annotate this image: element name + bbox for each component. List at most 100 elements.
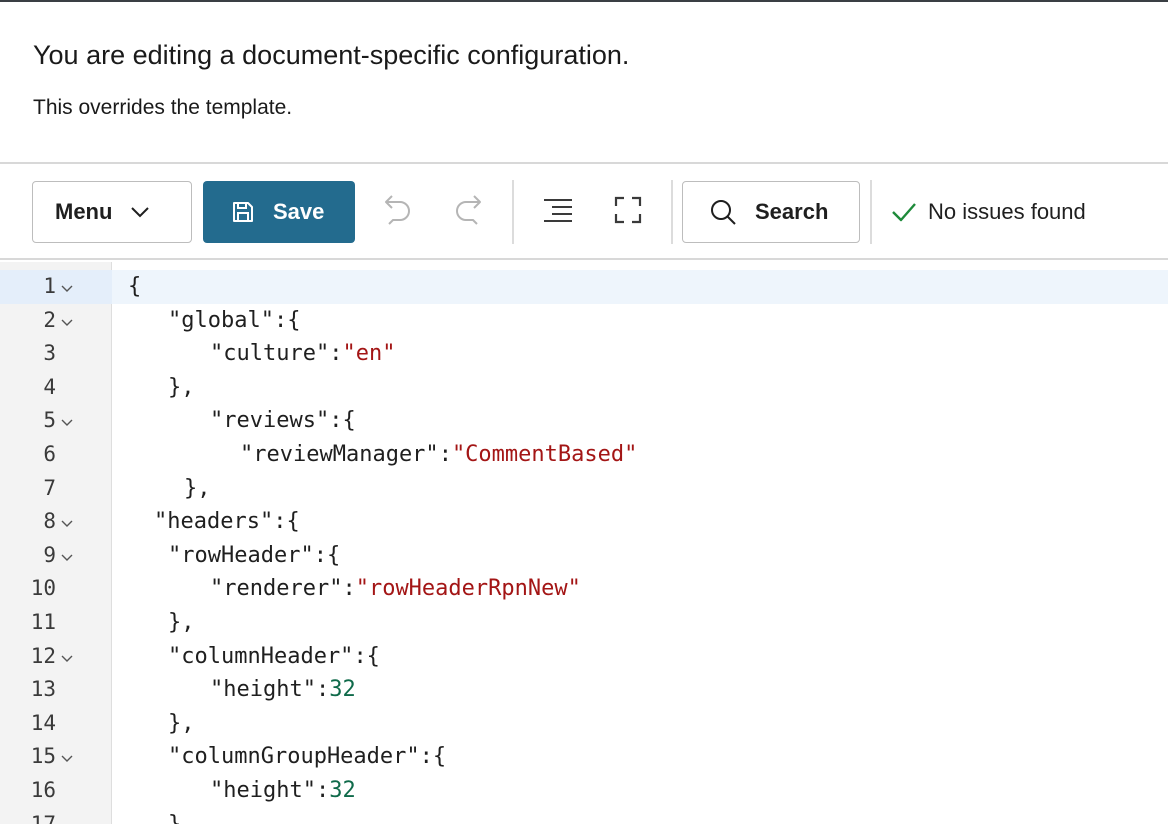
active-line-highlight [112,270,1168,304]
notice-subtitle: This overrides the template. [33,96,293,119]
fold-chevron-icon[interactable] [60,652,74,666]
code-line[interactable]: 14}, [0,707,1168,741]
fold-chevron-icon[interactable] [60,752,74,766]
code-token: }, [184,475,211,501]
line-number: 4 [43,374,56,399]
code-token: "reviewManager" [240,442,439,467]
code-token: }, [168,374,195,400]
line-number: 6 [43,442,56,466]
line-number: 5 [43,408,56,433]
fold-chevron-icon[interactable] [60,316,74,330]
floppy-disk-icon [231,200,255,224]
validation-status: No issues found [890,181,1086,243]
code-text: "height":32 [210,774,356,808]
line-number: 7 [43,475,56,500]
code-token: :{ [419,744,447,770]
code-text: }, [168,707,195,741]
code-token: "global" [168,307,274,333]
save-button[interactable]: Save [203,181,355,243]
line-number: 13 [30,677,56,702]
toolbar-separator [671,180,673,244]
fullscreen-button[interactable] [604,188,652,236]
line-number: 8 [43,509,56,534]
code-token: : [329,341,343,367]
code-line[interactable]: 17}, [0,808,1168,824]
code-token: 32 [329,677,356,703]
fold-chevron-icon[interactable] [60,517,74,531]
code-line[interactable]: 13 "height":32 [0,673,1168,707]
top-rule [0,0,1168,2]
code-token: :{ [313,542,341,568]
menu-button[interactable]: Menu [32,181,192,243]
search-button[interactable]: Search [682,181,860,243]
code-line[interactable]: 7}, [0,472,1168,506]
code-text: }, [168,371,195,405]
validation-status-text: No issues found [928,199,1086,224]
code-line[interactable]: 1{ [0,270,1168,304]
line-number: 17 [30,811,56,824]
code-token: : [315,677,330,703]
code-token: "columnGroupHeader" [168,744,420,770]
code-token: }, [168,610,195,635]
code-line[interactable]: 11}, [0,606,1168,640]
undo-button[interactable] [374,188,422,236]
code-token: :{ [329,408,356,434]
code-text: "rowHeader":{ [168,539,340,573]
line-number: 10 [30,576,56,601]
code-text: "columnGroupHeader":{ [168,740,446,774]
code-line[interactable]: 15 "columnGroupHeader":{ [0,740,1168,774]
code-text: { [128,270,141,304]
code-text: "global":{ [168,304,300,338]
fold-chevron-icon[interactable] [60,416,74,430]
code-text: }, [168,606,195,640]
code-text: "height":32 [210,673,356,707]
code-token: }, [168,812,195,824]
code-line[interactable]: 8 "headers":{ [0,505,1168,539]
code-token: "headers" [154,509,274,535]
code-token: "CommentBased" [451,442,638,467]
redo-icon [453,192,483,233]
code-line[interactable]: 16 "height":32 [0,774,1168,808]
code-text: }, [168,808,195,824]
checkmark-icon [890,200,918,224]
code-token: : [342,576,356,602]
code-token: :{ [273,307,301,333]
code-line[interactable]: 2 "global":{ [0,304,1168,338]
redo-button[interactable] [444,188,492,236]
code-text: "reviewManager":"CommentBased" [240,438,637,472]
code-line[interactable]: 4}, [0,371,1168,405]
line-number: 15 [30,744,56,769]
json-code-editor[interactable]: 1{2 "global":{3 "culture":"en" 4}, 5 "reviews… [0,262,1168,824]
code-token: 32 [329,778,356,803]
code-line[interactable]: 5 "reviews":{ [0,404,1168,438]
code-line[interactable]: 12 "columnHeader":{ [0,640,1168,674]
chevron-down-icon [130,206,150,218]
editor-toolbar: Menu Save Search No issues found [0,162,1168,260]
config-notice: You are editing a document-specific conf… [33,38,1133,122]
code-text: "columnHeader":{ [168,640,380,674]
code-token: "rowHeaderRpnNew" [355,576,581,602]
code-line[interactable]: 6 "reviewManager":"CommentBased" [0,438,1168,472]
search-icon [709,198,737,226]
line-number: 11 [30,610,56,634]
code-token: :{ [353,643,380,669]
code-line[interactable]: 3 "culture":"en" [0,337,1168,371]
line-number: 14 [30,710,56,735]
undo-icon [383,192,413,233]
code-text: "renderer":"rowHeaderRpnNew" [210,572,581,606]
code-text: "reviews":{ [210,404,356,438]
code-token: :{ [273,509,300,535]
format-button[interactable] [534,188,582,236]
notice-title: You are editing a document-specific conf… [33,40,630,70]
code-token: "reviews" [210,408,330,434]
code-line[interactable]: 9 "rowHeader":{ [0,539,1168,573]
fold-chevron-icon[interactable] [60,282,74,296]
line-number: 1 [43,274,56,298]
toolbar-separator [870,180,872,244]
search-button-label: Search [755,199,829,224]
fold-chevron-icon[interactable] [60,551,74,565]
code-text: }, [184,472,211,506]
code-line[interactable]: 10 "renderer":"rowHeaderRpnNew" [0,572,1168,606]
line-number: 2 [43,307,56,332]
code-token: "culture" [210,341,330,367]
